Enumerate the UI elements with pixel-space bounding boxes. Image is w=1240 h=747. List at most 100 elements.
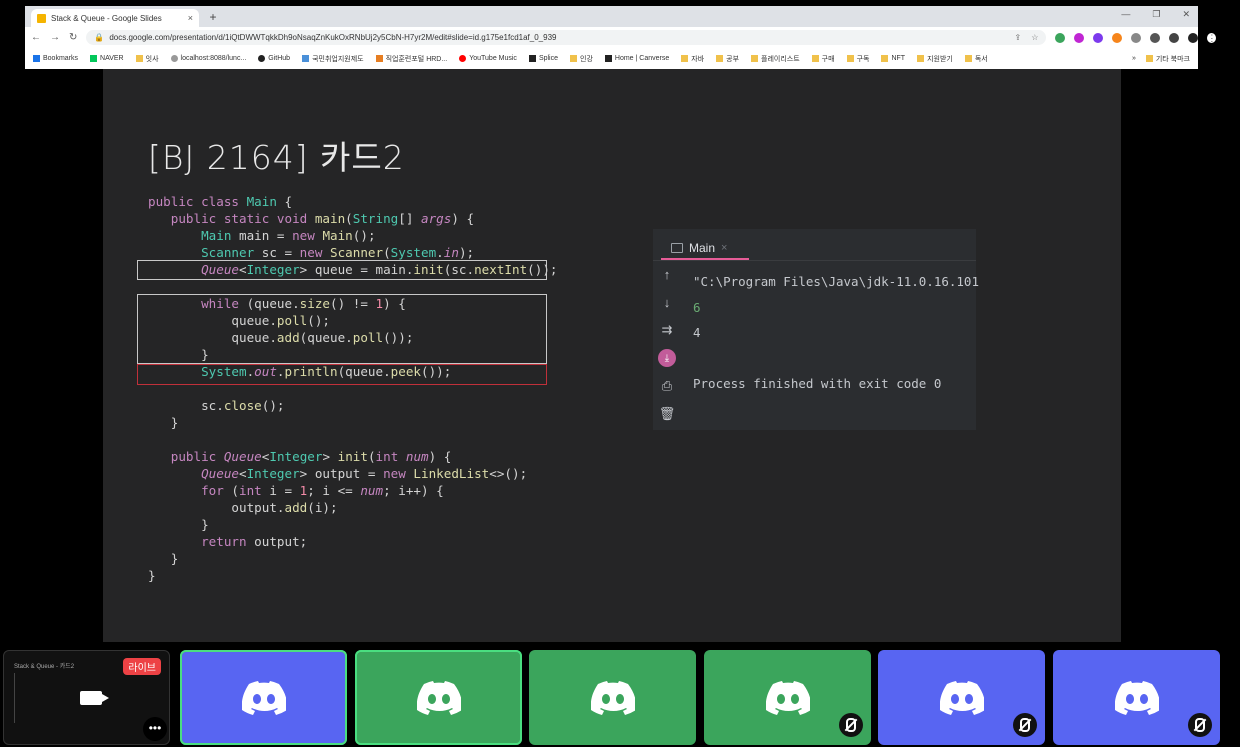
puzzle-icon[interactable] <box>1150 32 1161 43</box>
participant-strip: Stack & Queue - 카드2 라이브 ••• <box>0 648 1240 747</box>
discord-icon <box>241 680 286 715</box>
run-tab-label: Main <box>689 241 716 255</box>
participant-tile[interactable] <box>529 650 696 745</box>
trash-icon[interactable]: 🗑 <box>658 405 676 423</box>
folder-icon <box>1145 55 1153 62</box>
close-icon[interactable]: × <box>721 242 727 254</box>
folder-icon <box>964 55 972 62</box>
bookmark-item[interactable]: Bookmarks <box>33 55 78 62</box>
folder-icon <box>917 55 925 62</box>
down-arrow-icon[interactable]: ↓ <box>658 293 676 311</box>
muted-mic-icon <box>839 713 863 737</box>
extension-icon[interactable] <box>1055 32 1066 43</box>
muted-mic-icon <box>1188 713 1212 737</box>
menu-icon[interactable]: ⋮ <box>1207 32 1217 43</box>
folder-icon <box>881 55 889 62</box>
folder-icon <box>751 55 759 62</box>
metamask-icon[interactable] <box>1112 32 1123 43</box>
bookmark-item[interactable]: 공부 <box>716 54 739 64</box>
run-tab-bar: Main × <box>653 229 976 261</box>
bookmark-item[interactable]: 잇사 <box>135 54 159 64</box>
bookmark-item[interactable]: 직업훈련포털 HRD... <box>375 54 448 64</box>
more-options-button[interactable]: ••• <box>143 717 167 741</box>
scroll-to-end-icon[interactable]: ⤓ <box>658 349 676 367</box>
print-icon[interactable]: ⎙ <box>658 377 676 395</box>
bookmark-star-icon[interactable]: ☆ <box>1031 33 1038 42</box>
new-tab-button[interactable]: + <box>205 10 221 26</box>
browser-tab[interactable]: Stack & Queue - Google Slides × <box>31 9 199 27</box>
bookmark-item[interactable]: 인강 <box>570 54 593 64</box>
folder-icon <box>681 55 689 62</box>
bookmark-label: 독서 <box>974 55 988 63</box>
sidepanel-icon[interactable] <box>1169 32 1180 43</box>
folder-icon <box>570 55 578 62</box>
tab-close-icon[interactable]: × <box>188 13 193 23</box>
bookmark-item[interactable]: NFT <box>881 55 905 62</box>
soft-wrap-icon[interactable]: ⇉ <box>658 321 676 339</box>
maximize-button[interactable]: ❐ <box>1152 9 1160 20</box>
bookmark-item[interactable]: 자바 <box>681 54 704 64</box>
minimize-button[interactable]: — <box>1121 9 1130 20</box>
bookmark-item[interactable]: NAVER <box>90 55 124 62</box>
bookmark-item[interactable]: 독서 <box>964 54 988 64</box>
bookmark-label: Splice <box>538 55 559 62</box>
bookmark-label: localhost:8088/lunc... <box>180 55 247 62</box>
participant-tile[interactable] <box>1053 650 1220 745</box>
address-bar[interactable]: 🔒 docs.google.com/presentation/d/1iQtDWW… <box>86 30 1047 45</box>
other-bookmarks[interactable]: 기타 북마크 <box>1145 54 1190 64</box>
globe-icon <box>170 55 178 62</box>
extension-icon[interactable] <box>1131 32 1142 43</box>
bookmark-item[interactable]: 플레이리스트 <box>751 54 800 64</box>
participant-tile[interactable] <box>878 650 1045 745</box>
extensions-bar: ⋮ <box>1055 32 1217 43</box>
highlight-box-init <box>137 260 547 280</box>
bookmark-label: GitHub <box>268 55 291 62</box>
bookmark-label: 자바 <box>691 55 705 63</box>
site-icon <box>375 55 383 62</box>
profile-avatar[interactable] <box>1188 32 1199 43</box>
bookmark-item[interactable]: 구매 <box>811 54 835 64</box>
output-command: "C:\Program Files\Java\jdk-11.0.16.101 <box>693 274 979 289</box>
back-button[interactable]: ← <box>31 32 41 43</box>
extension-icon[interactable] <box>1074 32 1085 43</box>
share-icon[interactable]: ⇪ <box>1015 33 1022 42</box>
bookmarks-overflow-button[interactable]: » <box>1132 55 1136 62</box>
participant-tile[interactable] <box>704 650 871 745</box>
bookmark-item[interactable]: Home | Canverse <box>604 55 669 62</box>
bookmark-label: 잇사 <box>145 55 159 63</box>
active-tab-indicator <box>661 258 749 260</box>
canverse-icon <box>604 55 612 62</box>
thumbnail-caption: Stack & Queue - 카드2 <box>14 664 75 670</box>
bookmark-item[interactable]: localhost:8088/lunc... <box>170 55 247 62</box>
extension-icon[interactable] <box>1093 32 1104 43</box>
screen-share-tile[interactable]: Stack & Queue - 카드2 라이브 ••• <box>3 650 170 745</box>
participant-tile[interactable] <box>355 650 522 745</box>
bookmark-item[interactable]: 지원받기 <box>917 54 953 64</box>
up-arrow-icon[interactable]: ↑ <box>658 265 676 283</box>
reload-button[interactable]: ↻ <box>69 32 77 43</box>
bookmark-label: 플레이리스트 <box>761 55 800 63</box>
url-text: docs.google.com/presentation/d/1iQtDWWTq… <box>109 33 557 42</box>
slide-title: [BJ 2164] 카드2 <box>148 138 405 177</box>
participant-tile[interactable] <box>180 650 347 745</box>
highlight-box-while <box>137 294 547 364</box>
close-window-button[interactable]: ✕ <box>1182 9 1190 20</box>
forward-button[interactable]: → <box>50 32 60 43</box>
bookmark-item[interactable]: 구독 <box>846 54 869 64</box>
folder-icon <box>716 55 724 62</box>
bookmark-item[interactable]: 국민취업지원제도 <box>302 54 364 64</box>
github-icon <box>258 55 266 62</box>
bookmark-label: 기타 북마크 <box>1155 55 1190 63</box>
bookmark-label: NAVER <box>100 55 124 62</box>
discord-icon <box>1114 680 1159 715</box>
bookmark-item[interactable]: Splice <box>528 55 559 62</box>
bookmark-label: 직업훈련포털 HRD... <box>385 55 448 63</box>
bookmark-label: 구매 <box>821 55 835 63</box>
bookmark-item[interactable]: GitHub <box>258 55 290 62</box>
bookmarks-right: » 기타 북마크 <box>1132 54 1190 64</box>
bookmark-item[interactable]: YouTube Music <box>459 55 517 62</box>
discord-icon <box>939 680 984 715</box>
bookmark-label: 지원받기 <box>927 55 953 63</box>
output-blank <box>693 346 979 372</box>
run-tab-main[interactable]: Main × <box>661 236 737 260</box>
